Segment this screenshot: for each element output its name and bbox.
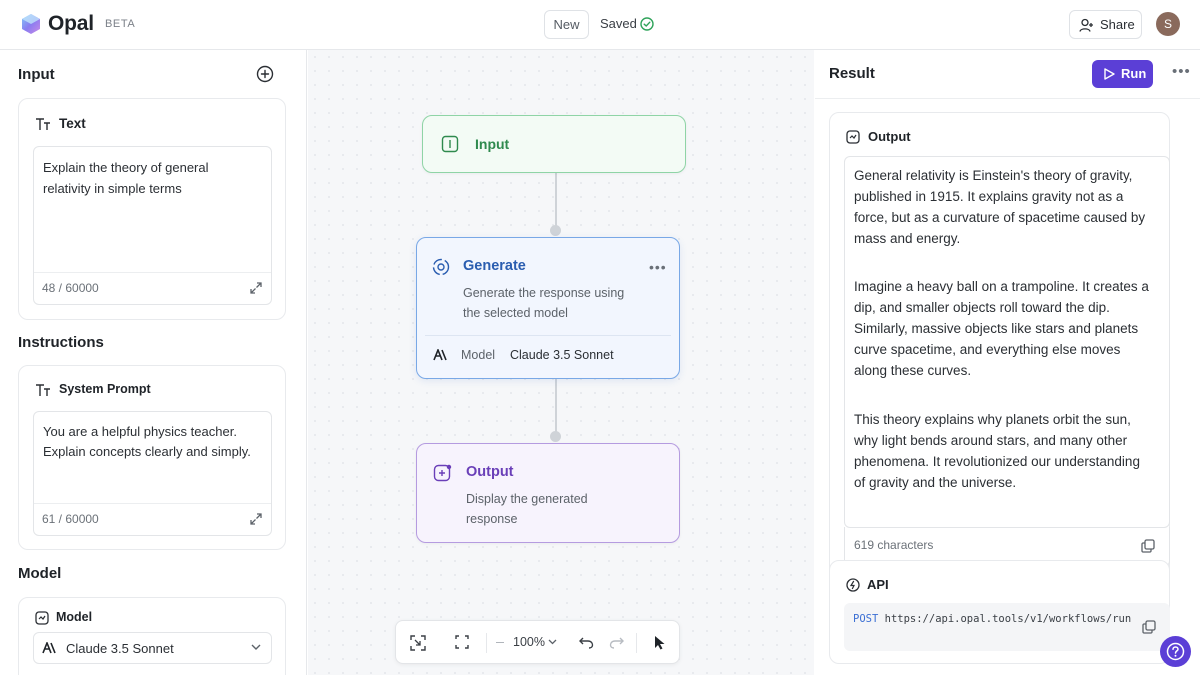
api-url: https://api.opal.tools/v1/workflows/run xyxy=(884,613,1132,625)
app-name: Opal xyxy=(48,12,94,35)
share-label: Share xyxy=(1100,17,1135,32)
check-circle-icon xyxy=(640,17,654,31)
api-card: API POST https://api.opal.tools/v1/workf… xyxy=(829,560,1170,664)
help-button[interactable] xyxy=(1160,636,1191,667)
generate-node-description: Generate the response using the selected… xyxy=(463,286,625,320)
copy-icon[interactable] xyxy=(1142,620,1156,634)
generate-node-title: Generate xyxy=(463,258,526,274)
char-count: 619 characters xyxy=(854,538,934,552)
chevron-down-icon[interactable] xyxy=(548,639,557,645)
result-title: Result xyxy=(829,65,875,82)
api-method: POST xyxy=(853,613,879,625)
fullscreen-icon[interactable] xyxy=(455,635,469,649)
add-circle-icon[interactable] xyxy=(256,65,274,83)
result-panel: Result Run ••• Output General relativity… xyxy=(815,50,1200,675)
canvas-toolbar: 100% xyxy=(395,620,680,664)
more-icon[interactable]: ••• xyxy=(649,259,667,275)
output-card: Output General relativity is Einstein's … xyxy=(829,112,1170,583)
output-card-title: Output xyxy=(868,129,911,144)
text-format-icon xyxy=(36,118,50,130)
anthropic-icon xyxy=(433,349,447,361)
top-bar: Opal BETA New Saved Share S xyxy=(0,0,1200,50)
connector-handle[interactable] xyxy=(550,431,561,442)
generate-model-label: Model xyxy=(461,348,496,362)
char-counter: 61 / 60000 xyxy=(42,512,99,526)
text-input-field[interactable]: Explain the theory of general relativity… xyxy=(33,146,272,305)
more-icon[interactable]: ••• xyxy=(1172,63,1191,80)
workflow-canvas[interactable]: Input Generate ••• Generate the response… xyxy=(308,50,814,675)
divider xyxy=(486,633,487,653)
divider xyxy=(425,335,671,336)
zoom-level[interactable]: 100% xyxy=(513,635,545,649)
logo-icon xyxy=(22,14,40,34)
system-prompt-footer: 61 / 60000 xyxy=(34,503,271,535)
undo-icon[interactable] xyxy=(579,635,594,649)
connector-handle[interactable] xyxy=(550,225,561,236)
model-card-title: Model xyxy=(56,610,93,624)
fit-view-icon[interactable] xyxy=(410,635,426,651)
output-icon xyxy=(846,130,860,144)
input-section-title: Input xyxy=(18,66,55,83)
redo-icon[interactable] xyxy=(609,635,624,649)
output-paragraph: This theory explains why planets orbit t… xyxy=(854,412,1140,490)
api-icon xyxy=(846,578,860,592)
text-input-footer: 48 / 60000 xyxy=(34,272,271,304)
left-panel: Input Text Explain the theory of general… xyxy=(0,50,307,675)
divider xyxy=(636,633,637,653)
output-paragraph: General relativity is Einstein's theory … xyxy=(854,168,1146,246)
text-input-card: Text Explain the theory of general relat… xyxy=(18,98,286,320)
share-user-icon xyxy=(1079,18,1093,32)
system-prompt-value: You are a helpful physics teacher. Expla… xyxy=(43,424,251,459)
text-input-value: Explain the theory of general relativity… xyxy=(43,160,209,196)
system-prompt-title: System Prompt xyxy=(59,382,151,396)
run-button[interactable]: Run xyxy=(1092,60,1153,88)
chevron-down-icon xyxy=(251,644,261,650)
generate-icon xyxy=(432,258,450,276)
api-card-title: API xyxy=(867,577,889,592)
system-prompt-card: System Prompt You are a helpful physics … xyxy=(18,365,286,550)
text-card-title: Text xyxy=(59,116,86,131)
copy-icon[interactable] xyxy=(1141,539,1155,553)
play-icon xyxy=(1104,68,1115,80)
share-button[interactable]: Share xyxy=(1069,10,1142,39)
divider xyxy=(815,98,1200,99)
model-select[interactable]: Claude 3.5 Sonnet xyxy=(33,632,272,664)
beta-badge: BETA xyxy=(105,18,136,30)
api-endpoint-box[interactable]: POST https://api.opal.tools/v1/workflows… xyxy=(844,603,1170,651)
input-node-title: Input xyxy=(475,136,510,152)
input-icon xyxy=(441,135,459,153)
output-paragraph: Imagine a heavy ball on a trampoline. It… xyxy=(854,279,1149,378)
run-label: Run xyxy=(1121,66,1147,81)
api-endpoint: POST https://api.opal.tools/v1/workflows… xyxy=(853,611,1133,627)
zoom-out-icon[interactable] xyxy=(496,642,504,643)
new-button[interactable]: New xyxy=(544,10,589,39)
cursor-icon[interactable] xyxy=(653,635,666,650)
model-select-value: Claude 3.5 Sonnet xyxy=(66,641,174,656)
char-counter: 48 / 60000 xyxy=(42,281,99,295)
model-card: Model Claude 3.5 Sonnet xyxy=(18,597,286,675)
help-icon xyxy=(1166,642,1185,661)
input-node[interactable]: Input xyxy=(422,115,686,173)
saved-status: Saved xyxy=(600,16,637,31)
instructions-section-title: Instructions xyxy=(18,334,104,351)
anthropic-icon xyxy=(42,642,56,654)
avatar[interactable]: S xyxy=(1156,12,1180,36)
generate-model-value: Claude 3.5 Sonnet xyxy=(510,348,614,362)
model-section-title: Model xyxy=(18,565,62,582)
output-node[interactable]: Output Display the generated response xyxy=(416,443,680,543)
output-node-title: Output xyxy=(466,464,514,480)
expand-icon[interactable] xyxy=(249,281,263,295)
connector-line xyxy=(555,173,557,231)
output-text-box[interactable]: General relativity is Einstein's theory … xyxy=(844,156,1170,528)
connector-line xyxy=(555,379,557,437)
output-node-description: Display the generated response xyxy=(466,492,588,526)
text-format-icon xyxy=(36,384,50,396)
system-prompt-field[interactable]: You are a helpful physics teacher. Expla… xyxy=(33,411,272,536)
model-icon xyxy=(35,611,49,625)
output-icon xyxy=(433,464,452,482)
generate-node[interactable]: Generate ••• Generate the response using… xyxy=(416,237,680,379)
expand-icon[interactable] xyxy=(249,512,263,526)
